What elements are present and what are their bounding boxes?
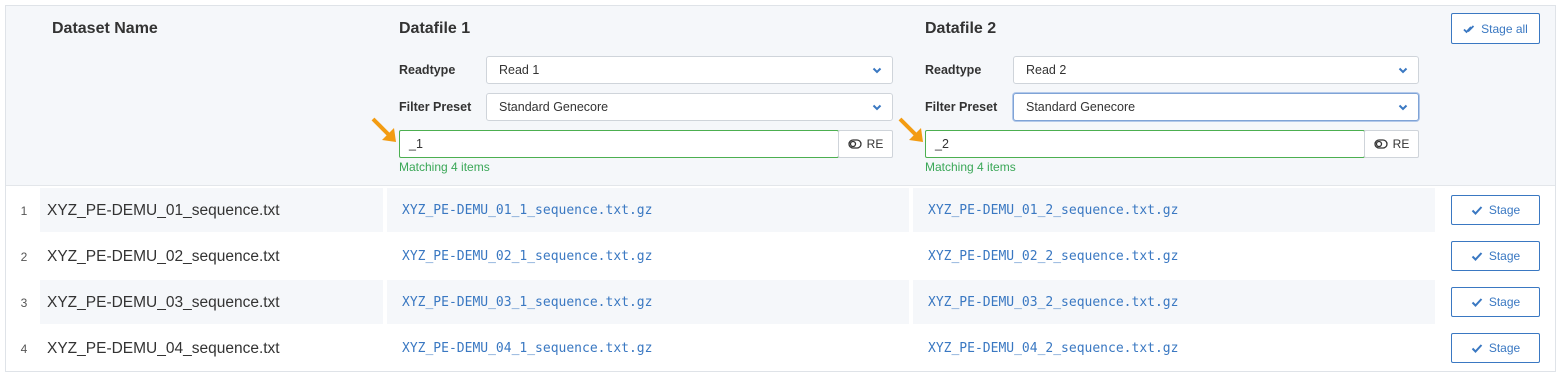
- dataset-cell: XYZ_PE-DEMU_02_sequence.txt: [40, 234, 383, 278]
- stage-button[interactable]: Stage: [1451, 333, 1540, 363]
- datafile2-cell: XYZ_PE-DEMU_01_2_sequence.txt.gz: [913, 188, 1435, 232]
- datafile1-cell: XYZ_PE-DEMU_03_1_sequence.txt.gz: [387, 280, 909, 324]
- datafile2-filter-preset-value: Standard Genecore: [1026, 100, 1136, 114]
- dataset-staging-table: Dataset Name Datafile 1 Datafile 2 Stage…: [5, 5, 1556, 372]
- datafile1-filter-preset-value: Standard Genecore: [499, 100, 609, 114]
- table-row: 3 XYZ_PE-DEMU_03_sequence.txt XYZ_PE-DEM…: [6, 279, 1555, 325]
- datafile1-regex-toggle[interactable]: RE: [838, 130, 893, 158]
- stage-label: Stage: [1488, 341, 1521, 355]
- double-check-icon: [1463, 24, 1475, 33]
- datafile1-header: Datafile 1: [399, 20, 471, 37]
- datafile1-link[interactable]: XYZ_PE-DEMU_04_1_sequence.txt.gz: [402, 341, 652, 356]
- row-number: 1: [20, 204, 28, 218]
- datafile1-cell: XYZ_PE-DEMU_02_1_sequence.txt.gz: [387, 234, 909, 278]
- datafile1-readtype-select[interactable]: Read 1: [486, 56, 893, 84]
- arrow-icon: [371, 117, 396, 142]
- datafile2-match-count: Matching 4 items: [925, 160, 1016, 174]
- datafile1-cell: XYZ_PE-DEMU_04_1_sequence.txt.gz: [387, 326, 909, 370]
- datafile1-match-count: Matching 4 items: [399, 160, 490, 174]
- datafile2-link[interactable]: XYZ_PE-DEMU_02_2_sequence.txt.gz: [928, 249, 1178, 264]
- datafile2-cell: XYZ_PE-DEMU_04_2_sequence.txt.gz: [913, 326, 1435, 370]
- dataset-name-header: Dataset Name: [52, 20, 158, 37]
- arrow-icon: [898, 117, 923, 142]
- datafile1-re-label: RE: [866, 137, 884, 151]
- check-icon: [1471, 252, 1483, 261]
- datafile2-link[interactable]: XYZ_PE-DEMU_03_2_sequence.txt.gz: [928, 295, 1178, 310]
- datafile2-cell: XYZ_PE-DEMU_02_2_sequence.txt.gz: [913, 234, 1435, 278]
- datafile2-re-label: RE: [1392, 137, 1410, 151]
- check-icon: [1471, 206, 1483, 215]
- row-number: 4: [20, 342, 28, 356]
- datafile2-link[interactable]: XYZ_PE-DEMU_01_2_sequence.txt.gz: [928, 203, 1178, 218]
- datafile2-filter-preset-select[interactable]: Standard Genecore: [1013, 93, 1419, 121]
- chevron-down-icon: [1398, 104, 1408, 111]
- table-header: Dataset Name Datafile 1 Datafile 2 Stage…: [6, 6, 1555, 186]
- datafile2-cell: XYZ_PE-DEMU_03_2_sequence.txt.gz: [913, 280, 1435, 324]
- stage-button[interactable]: Stage: [1451, 287, 1540, 317]
- chevron-down-icon: [1398, 67, 1408, 74]
- chevron-down-icon: [872, 104, 882, 111]
- datafile1-link[interactable]: XYZ_PE-DEMU_01_1_sequence.txt.gz: [402, 203, 652, 218]
- dataset-name: XYZ_PE-DEMU_04_sequence.txt: [47, 340, 280, 357]
- chevron-down-icon: [872, 67, 882, 74]
- datafile1-link[interactable]: XYZ_PE-DEMU_03_1_sequence.txt.gz: [402, 295, 652, 310]
- stage-all-button[interactable]: Stage all: [1451, 13, 1540, 44]
- dataset-name: XYZ_PE-DEMU_02_sequence.txt: [47, 248, 280, 265]
- row-number: 3: [20, 296, 28, 310]
- datafile1-filter-preset-label: Filter Preset: [399, 100, 472, 114]
- datafile2-link[interactable]: XYZ_PE-DEMU_04_2_sequence.txt.gz: [928, 341, 1178, 356]
- datafile2-readtype-select[interactable]: Read 2: [1013, 56, 1419, 84]
- dataset-name: XYZ_PE-DEMU_03_sequence.txt: [47, 294, 280, 311]
- datafile1-filter-input[interactable]: _1: [399, 130, 839, 158]
- toggle-icon: [1374, 139, 1388, 149]
- datafile2-header: Datafile 2: [925, 20, 997, 37]
- stage-label: Stage: [1488, 249, 1521, 263]
- datafile1-readtype-value: Read 1: [499, 63, 540, 77]
- stage-label: Stage: [1488, 203, 1521, 217]
- dataset-cell: XYZ_PE-DEMU_03_sequence.txt: [40, 280, 383, 324]
- datafile1-cell: XYZ_PE-DEMU_01_1_sequence.txt.gz: [387, 188, 909, 232]
- stage-button[interactable]: Stage: [1451, 241, 1540, 271]
- datafile2-filter-preset-label: Filter Preset: [925, 100, 998, 114]
- datafile2-regex-toggle[interactable]: RE: [1364, 130, 1419, 158]
- dataset-cell: XYZ_PE-DEMU_04_sequence.txt: [40, 326, 383, 370]
- check-icon: [1471, 344, 1483, 353]
- toggle-icon: [848, 139, 862, 149]
- datafile2-readtype-label: Readtype: [925, 63, 982, 77]
- datafile2-filter-input[interactable]: _2: [925, 130, 1365, 158]
- table-row: 4 XYZ_PE-DEMU_04_sequence.txt XYZ_PE-DEM…: [6, 325, 1555, 371]
- datafile1-link[interactable]: XYZ_PE-DEMU_02_1_sequence.txt.gz: [402, 249, 652, 264]
- dataset-name: XYZ_PE-DEMU_01_sequence.txt: [47, 202, 280, 219]
- datafile1-filter-value: _1: [409, 137, 423, 151]
- stage-button[interactable]: Stage: [1451, 195, 1540, 225]
- dataset-cell: XYZ_PE-DEMU_01_sequence.txt: [40, 188, 383, 232]
- datafile2-filter-value: _2: [935, 137, 949, 151]
- datafile1-readtype-label: Readtype: [399, 63, 456, 77]
- table-row: 1 XYZ_PE-DEMU_01_sequence.txt XYZ_PE-DEM…: [6, 187, 1555, 233]
- datafile2-readtype-value: Read 2: [1026, 63, 1067, 77]
- table-row: 2 XYZ_PE-DEMU_02_sequence.txt XYZ_PE-DEM…: [6, 233, 1555, 279]
- datafile1-filter-preset-select[interactable]: Standard Genecore: [486, 93, 893, 121]
- check-icon: [1471, 298, 1483, 307]
- stage-label: Stage: [1488, 295, 1521, 309]
- stage-all-label: Stage all: [1481, 21, 1528, 36]
- row-number: 2: [20, 250, 28, 264]
